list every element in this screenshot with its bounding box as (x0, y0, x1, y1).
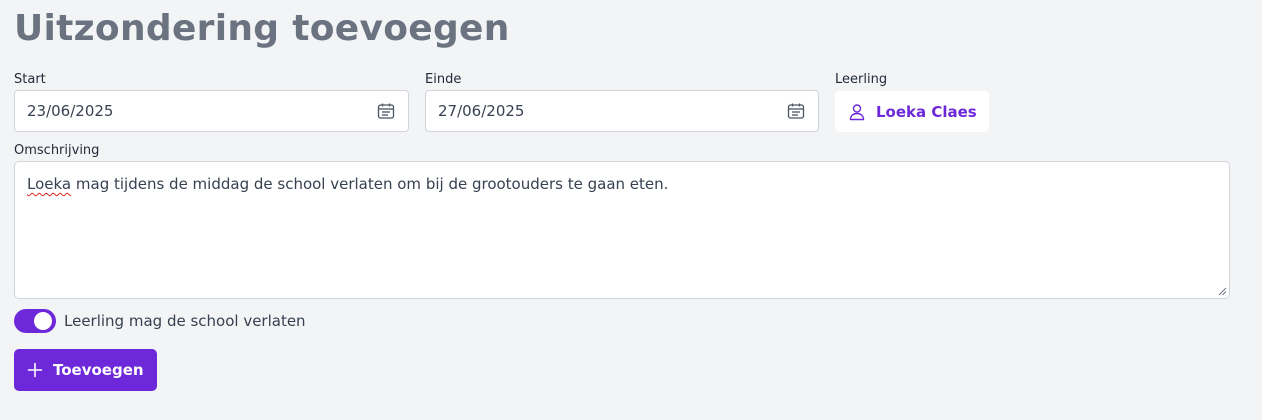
leave-school-toggle[interactable] (14, 308, 56, 333)
leave-school-toggle-label[interactable]: Leerling mag de school verlaten (64, 312, 306, 330)
toggle-knob (34, 311, 52, 330)
leave-school-toggle-row: Leerling mag de school verlaten (14, 308, 306, 333)
end-label: Einde (425, 72, 462, 87)
calendar-icon[interactable] (786, 101, 806, 121)
add-button[interactable]: Toevoegen (14, 349, 157, 391)
calendar-icon[interactable] (376, 101, 396, 121)
misspelled-word: Loeka (27, 175, 72, 193)
description-textarea[interactable]: Loeka mag tijdens de middag de school ve… (14, 161, 1230, 299)
start-date-field[interactable]: 23/06/2025 (14, 90, 409, 132)
add-exception-page: Uitzondering toevoegen Start 23/06/2025 … (0, 0, 1262, 420)
start-date-value[interactable]: 23/06/2025 (27, 102, 376, 120)
start-label: Start (14, 72, 46, 87)
person-icon (847, 102, 867, 122)
page-title: Uitzondering toevoegen (14, 8, 510, 49)
description-label: Omschrijving (14, 143, 100, 158)
description-text: mag tijdens de middag de school verlaten… (71, 175, 669, 193)
resize-grip-icon[interactable] (1218, 287, 1227, 296)
add-button-label: Toevoegen (53, 361, 144, 379)
student-chip[interactable]: Loeka Claes (835, 91, 989, 132)
plus-icon (27, 362, 43, 378)
student-name[interactable]: Loeka Claes (876, 103, 977, 121)
end-date-value[interactable]: 27/06/2025 (438, 102, 786, 120)
end-date-field[interactable]: 27/06/2025 (425, 90, 819, 132)
student-label: Leerling (835, 72, 888, 87)
